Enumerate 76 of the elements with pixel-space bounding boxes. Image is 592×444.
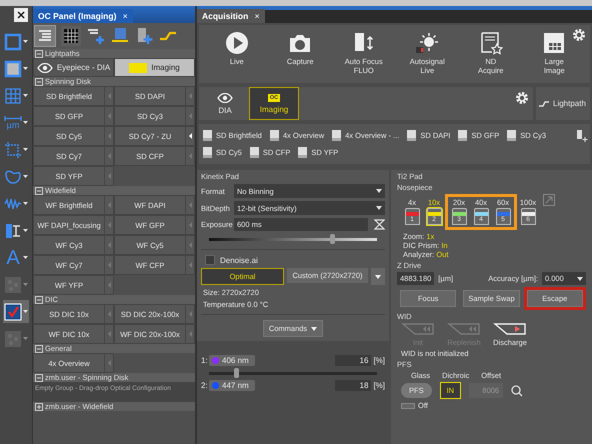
caret-icon [577, 276, 583, 280]
caret-icon [23, 310, 28, 313]
caret-icon [23, 229, 28, 232]
list-icon [37, 28, 53, 44]
checkbox-label: Denoise.ai [220, 256, 258, 264]
split-icon [4, 222, 22, 240]
laser-button[interactable]: 406 nm [209, 355, 255, 366]
collapse-icon[interactable] [35, 186, 43, 194]
lightpath-button[interactable]: Imaging [114, 58, 195, 77]
eye-icon [217, 92, 233, 102]
laser-index: 2: [201, 381, 207, 390]
caret-icon [23, 337, 28, 340]
unit-label: [%] [373, 381, 385, 390]
document-star-icon [478, 31, 503, 55]
dots-icon [4, 276, 22, 294]
caret-icon [376, 189, 382, 193]
collapse-icon[interactable] [35, 344, 43, 352]
checkmark-icon [4, 302, 22, 320]
expand-icon[interactable] [543, 194, 555, 206]
settings-icon[interactable] [572, 28, 586, 42]
caret-icon [311, 326, 318, 330]
caret-icon [23, 94, 28, 97]
collapse-icon[interactable] [35, 78, 43, 86]
search-icon[interactable] [511, 384, 524, 396]
add-config-icon[interactable] [576, 130, 588, 142]
tiles-icon [542, 31, 566, 55]
laser-index: 1: [201, 356, 207, 365]
caret-icon [23, 121, 28, 124]
caret-icon [23, 148, 28, 151]
caret-icon [375, 274, 381, 278]
power-field[interactable]: 16 [335, 355, 372, 366]
sun-icon [415, 31, 440, 55]
dots-icon [4, 330, 22, 348]
eye-icon [36, 62, 53, 72]
collapse-icon[interactable] [35, 296, 43, 304]
mode-button[interactable]: DIA [201, 87, 249, 120]
caret-icon [376, 206, 382, 210]
power-slider[interactable] [209, 368, 377, 378]
caret-icon [23, 283, 28, 286]
settings-icon[interactable] [515, 91, 529, 105]
list-view-button[interactable] [35, 26, 55, 46]
arrow-button[interactable] [185, 127, 194, 145]
lightpath-button[interactable]: Eyepiece - DIA [33, 58, 114, 77]
crop-icon [4, 140, 22, 158]
dropdown-button[interactable] [371, 268, 385, 285]
exposure-slider[interactable] [209, 234, 377, 244]
lightpath-button[interactable]: Lightpath [536, 87, 590, 120]
blob-icon [4, 168, 22, 186]
caret-icon [23, 67, 28, 70]
caret-icon [23, 256, 28, 259]
grid-view-button[interactable] [61, 26, 81, 46]
grid-icon [63, 28, 79, 44]
caret-icon [23, 175, 28, 178]
panel-tab[interactable]: OC Panel (Imaging) × [33, 9, 133, 23]
add-list-icon[interactable] [87, 27, 105, 45]
caret-icon [23, 40, 28, 43]
denoise-checkbox[interactable] [205, 255, 215, 265]
tool-button[interactable] [3, 300, 29, 323]
collapse-icon[interactable] [35, 374, 43, 382]
close-button[interactable]: ✕ [14, 8, 28, 22]
add-config-icon[interactable] [135, 27, 153, 45]
laser-button[interactable]: 447 nm [209, 380, 255, 391]
caret-icon [23, 202, 28, 205]
filled-rectangle-icon [4, 60, 22, 78]
hourglass-icon[interactable] [374, 219, 385, 230]
power-field[interactable]: 18 [335, 380, 372, 391]
panel-tab[interactable]: Acquisition × [197, 9, 265, 23]
monitor-icon[interactable] [111, 27, 129, 45]
expand-icon[interactable] [35, 402, 43, 410]
ruler-icon [4, 116, 22, 120]
unit-label: [%] [373, 356, 385, 365]
rectangle-icon [4, 32, 22, 50]
play-icon [224, 31, 249, 55]
grid-icon [4, 86, 22, 104]
collapse-icon[interactable] [35, 50, 43, 58]
status-indicator [401, 402, 415, 408]
